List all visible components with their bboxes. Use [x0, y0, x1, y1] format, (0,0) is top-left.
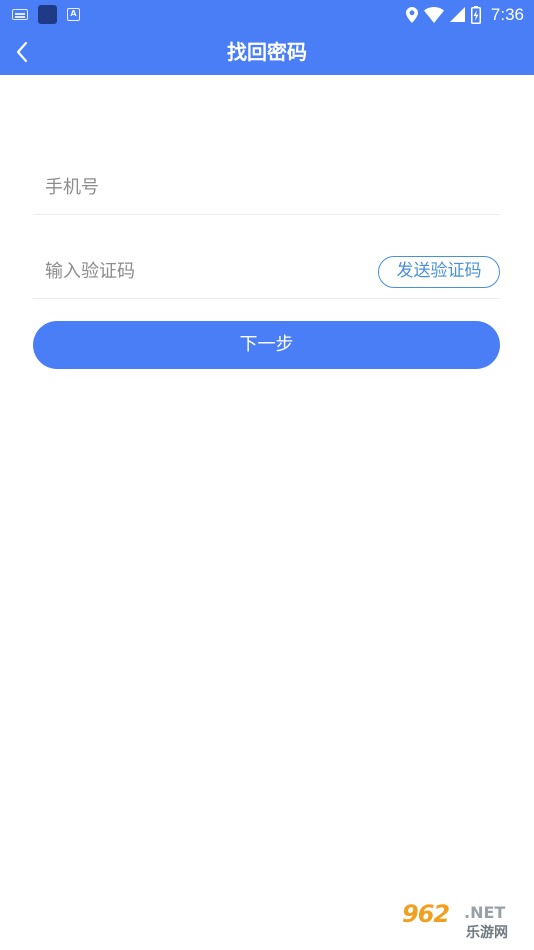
- battery-icon: [470, 5, 481, 24]
- phone-input[interactable]: [45, 160, 485, 214]
- status-bar-notifications: A: [12, 5, 80, 24]
- location-icon: [405, 6, 418, 23]
- send-code-button[interactable]: 发送验证码: [378, 256, 500, 288]
- status-bar: A 7:36: [0, 0, 534, 29]
- site-watermark: 962 .NET 乐游网: [402, 900, 528, 944]
- phone-field: [33, 160, 500, 215]
- verification-code-field: 发送验证码: [33, 244, 500, 299]
- wifi-icon: [423, 6, 444, 23]
- watermark-logo: 962: [402, 900, 450, 928]
- signal-icon: [449, 7, 465, 22]
- watermark-site-name: 乐游网: [466, 925, 508, 941]
- watermark-domain: .NET: [464, 903, 506, 922]
- page-title: 找回密码: [227, 40, 307, 64]
- header-bar: 找回密码: [0, 29, 534, 75]
- keyboard-icon: [12, 9, 28, 20]
- font-icon: A: [67, 8, 80, 21]
- app-icon: [38, 5, 57, 24]
- next-button[interactable]: 下一步: [33, 321, 500, 369]
- verification-code-input[interactable]: [45, 244, 365, 298]
- status-bar-system: 7:36: [405, 0, 524, 29]
- status-time: 7:36: [490, 4, 524, 24]
